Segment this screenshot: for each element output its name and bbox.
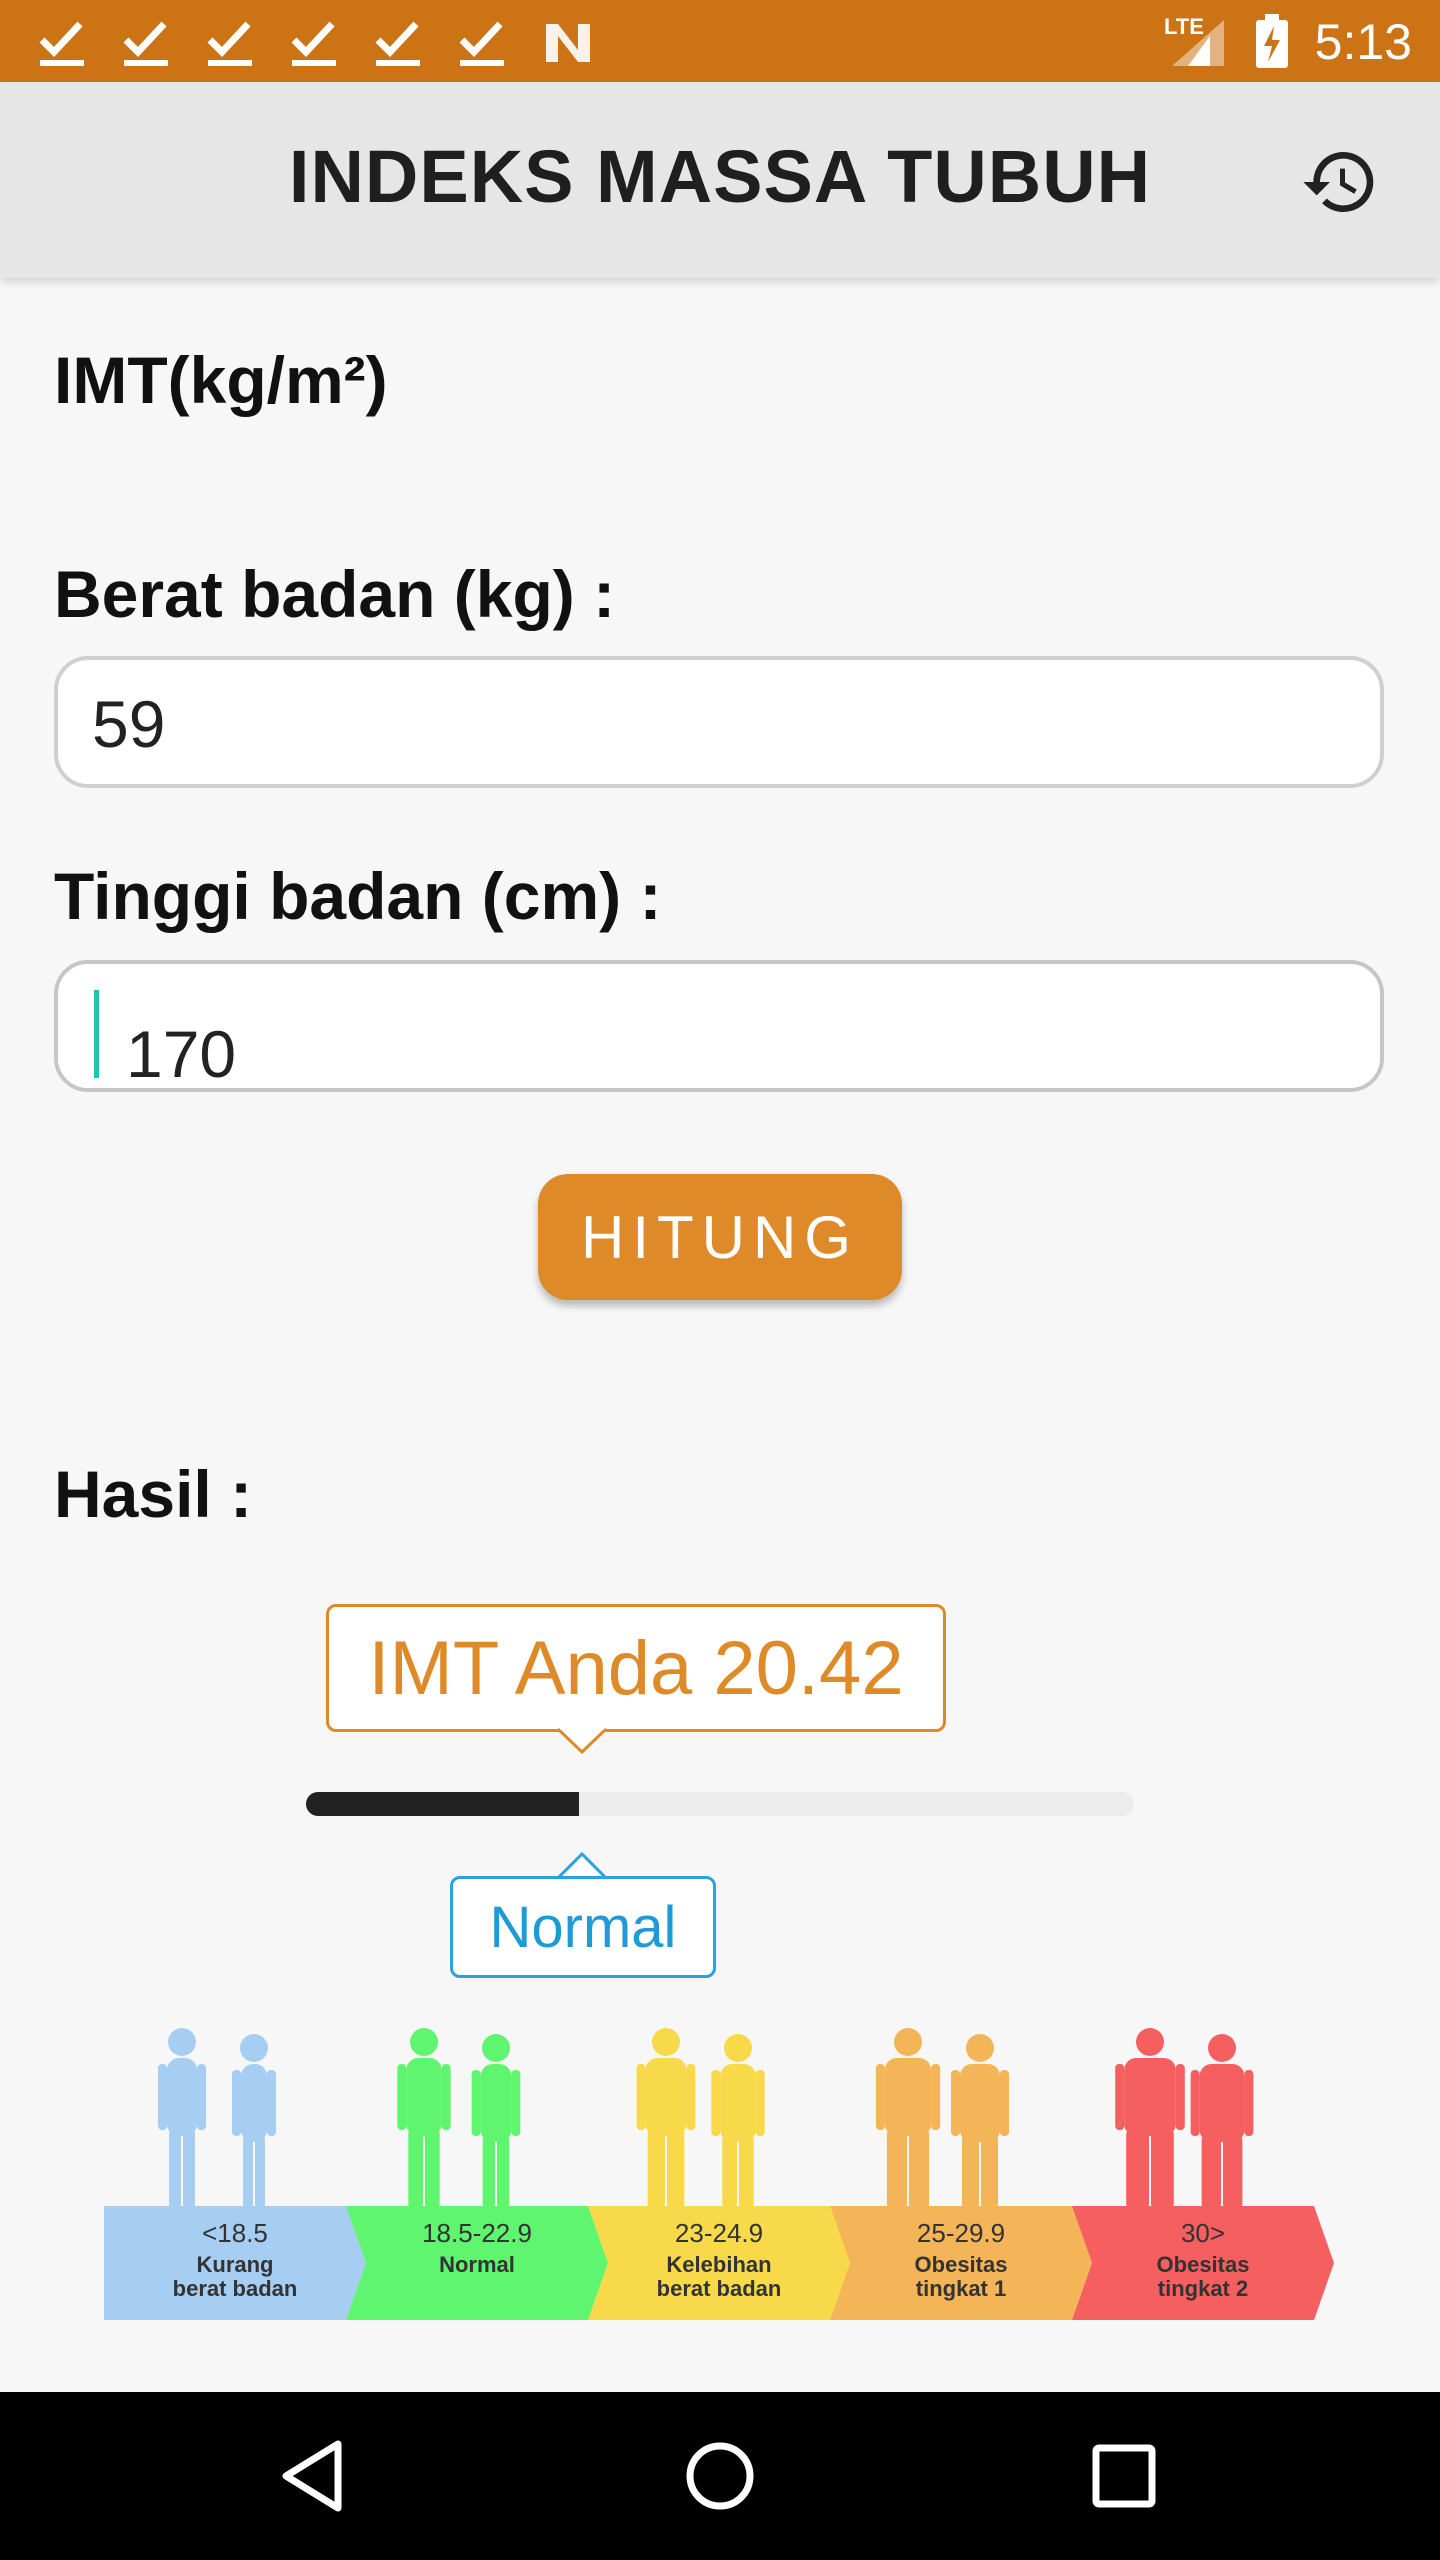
category-label: Normal <box>439 2252 515 2277</box>
people-figures <box>875 2028 1010 2208</box>
people-figures <box>158 2028 276 2208</box>
check-icon <box>207 21 252 66</box>
check-icon <box>39 21 84 66</box>
bmi-progress-fill <box>306 1792 580 1816</box>
text-caret <box>94 990 99 1078</box>
bubble-pointer <box>558 1728 606 1754</box>
height-value: 170 <box>126 1017 237 1091</box>
history-icon <box>1303 152 1374 212</box>
category-label: berat badan <box>657 2276 782 2301</box>
category-range: 25-29.9 <box>917 2218 1005 2248</box>
navigation-bar <box>0 2392 1440 2560</box>
bmi-result-bubble: IMT Anda 20.42 <box>326 1604 946 1732</box>
home-icon[interactable] <box>672 2428 768 2524</box>
history-button[interactable] <box>1296 138 1384 226</box>
category-label: Kurang <box>197 2252 274 2277</box>
people-figures <box>397 2028 521 2208</box>
check-icon <box>459 21 504 66</box>
check-icon <box>375 21 420 66</box>
weight-value: 59 <box>92 687 166 761</box>
n-icon <box>546 24 590 62</box>
status-bar: LTE 5:13 <box>0 0 1440 82</box>
app-bar: INDEKS MASSA TUBUH <box>0 82 1440 278</box>
bmi-category-chart: <18.5Kurangberat badan18.5-22.9Normal23-… <box>104 2028 1334 2320</box>
check-icon <box>291 21 336 66</box>
category-label: Obesitas <box>1157 2252 1250 2277</box>
result-heading: Hasil : <box>54 1457 253 1531</box>
category-range: 18.5-22.9 <box>422 2218 532 2248</box>
battery-charging-icon <box>1256 14 1288 68</box>
page-title: INDEKS MASSA TUBUH <box>288 135 1152 218</box>
bmi-progress-track <box>306 1792 1134 1816</box>
category-label: Kelebihan <box>666 2252 771 2277</box>
people-figures <box>1115 2028 1254 2208</box>
category-label: tingkat 2 <box>1158 2276 1248 2301</box>
height-input[interactable]: 170 <box>54 960 1384 1092</box>
category-label: tingkat 1 <box>916 2276 1006 2301</box>
category-range: <18.5 <box>202 2218 268 2248</box>
category-range: 23-24.9 <box>675 2218 763 2248</box>
bmi-category-bubble: Normal <box>450 1876 716 1978</box>
bmi-result-text: IMT Anda 20.42 <box>368 1625 904 1711</box>
check-icon <box>123 21 168 66</box>
clock: 5:13 <box>1314 14 1412 70</box>
back-icon[interactable] <box>268 2428 364 2524</box>
signal-icon <box>1172 20 1224 66</box>
bubble-pointer <box>558 1852 606 1879</box>
calculate-button[interactable]: HITUNG <box>538 1174 902 1300</box>
category-range: 30> <box>1181 2218 1225 2248</box>
unit-heading: IMT(kg/m²) <box>54 343 388 417</box>
people-figures <box>636 2028 765 2208</box>
weight-label: Berat badan (kg) : <box>54 557 616 631</box>
category-label: berat badan <box>173 2276 298 2301</box>
bmi-category-text: Normal <box>489 1894 677 1960</box>
height-label: Tinggi badan (cm) : <box>54 859 662 933</box>
weight-input[interactable]: 59 <box>54 656 1384 788</box>
recents-icon[interactable] <box>1076 2428 1172 2524</box>
category-label: Obesitas <box>915 2252 1008 2277</box>
